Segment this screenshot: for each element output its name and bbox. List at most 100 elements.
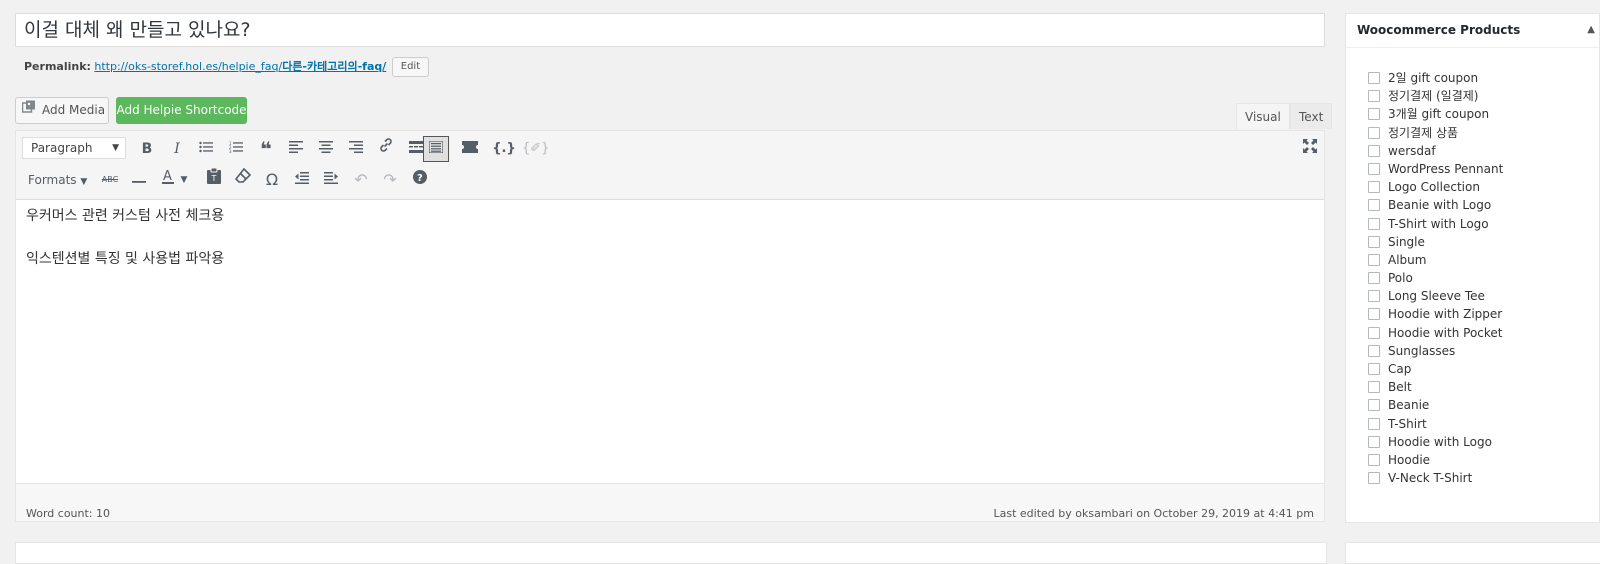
strikethrough-icon[interactable]: ABC xyxy=(98,168,122,192)
edit-permalink-button[interactable]: Edit xyxy=(391,57,430,77)
permalink-link[interactable]: http://oks-storef.hol.es/helpie_faq/다른-카… xyxy=(94,60,386,73)
product-checkbox[interactable] xyxy=(1368,72,1380,84)
product-item[interactable]: Long Sleeve Tee xyxy=(1368,287,1503,305)
product-item[interactable]: 3개월 gift coupon xyxy=(1368,105,1503,123)
product-checkbox[interactable] xyxy=(1368,253,1380,266)
product-checkbox[interactable] xyxy=(1368,108,1380,121)
product-label: Beanie xyxy=(1388,398,1430,413)
blockquote-icon[interactable]: ❝ xyxy=(254,137,278,161)
product-item[interactable]: Belt xyxy=(1368,378,1503,396)
product-label: T-Shirt with Logo xyxy=(1388,216,1489,231)
bold-icon[interactable]: B xyxy=(135,137,159,161)
media-icon xyxy=(21,98,38,123)
collapse-arrow-icon[interactable]: ▲ xyxy=(1587,24,1595,35)
undo-icon[interactable]: ↶ xyxy=(349,168,373,192)
product-item[interactable]: Album xyxy=(1368,251,1503,269)
product-checkbox[interactable] xyxy=(1368,126,1380,139)
paragraph-format-select[interactable]: Paragraph ▼ xyxy=(22,137,126,159)
product-item[interactable]: Polo xyxy=(1368,269,1503,287)
product-checkbox[interactable] xyxy=(1368,417,1380,430)
product-checkbox[interactable] xyxy=(1368,308,1380,321)
tab-visual[interactable]: Visual xyxy=(1236,103,1290,129)
product-item[interactable]: Beanie with Logo xyxy=(1368,196,1503,214)
post-title-input[interactable]: 이걸 대체 왜 만들고 있나요? xyxy=(15,13,1325,47)
product-item[interactable]: Beanie xyxy=(1368,396,1503,414)
product-item[interactable]: 정기결제 (일결제) xyxy=(1368,87,1503,105)
product-checkbox[interactable] xyxy=(1368,144,1380,157)
align-center-icon[interactable] xyxy=(314,137,338,161)
product-item[interactable]: 2일 gift coupon xyxy=(1368,69,1503,87)
product-item[interactable]: Logo Collection xyxy=(1368,178,1503,196)
align-left-icon[interactable] xyxy=(284,137,308,161)
product-checkbox[interactable] xyxy=(1368,290,1380,303)
clear-format-icon[interactable]: {✐} xyxy=(522,137,549,161)
last-edited-info: Last edited by oksambari on October 29, … xyxy=(993,507,1315,520)
next-side-metabox xyxy=(1345,542,1600,564)
bulleted-list-icon[interactable] xyxy=(194,137,218,161)
editor-toolbar: Paragraph ▼ B I 123 ❝ {.} {✐} Formats ▼ … xyxy=(16,131,1324,200)
product-item[interactable]: Hoodie with Zipper xyxy=(1368,305,1503,323)
product-item[interactable]: T-Shirt with Logo xyxy=(1368,215,1503,233)
product-checkbox[interactable] xyxy=(1368,199,1380,212)
product-item[interactable]: Sunglasses xyxy=(1368,342,1503,360)
product-label: Hoodie with Pocket xyxy=(1388,325,1503,340)
product-checkbox[interactable] xyxy=(1368,181,1380,194)
product-item[interactable]: Single xyxy=(1368,233,1503,251)
toolbar-toggle-icon[interactable] xyxy=(423,136,449,162)
special-character-icon[interactable]: Ω xyxy=(260,168,284,192)
fullscreen-icon[interactable] xyxy=(1298,137,1322,161)
product-item[interactable]: 정기결제 상품 xyxy=(1368,124,1503,142)
add-helpie-shortcode-button[interactable]: Add Helpie Shortcode xyxy=(116,97,247,124)
woocommerce-products-metabox: Woocommerce Products ▲ 2일 gift coupon 정기결… xyxy=(1345,13,1600,523)
product-checkbox[interactable] xyxy=(1368,453,1380,466)
product-checkbox[interactable] xyxy=(1368,217,1380,230)
product-item[interactable]: Cap xyxy=(1368,360,1503,378)
product-label: Polo xyxy=(1388,271,1413,286)
product-label: V-Neck T-Shirt xyxy=(1388,471,1473,486)
link-icon[interactable] xyxy=(374,137,398,161)
product-checkbox[interactable] xyxy=(1368,435,1380,448)
add-media-button[interactable]: Add Media xyxy=(15,97,109,124)
product-label: Cap xyxy=(1388,362,1412,376)
product-checkbox[interactable] xyxy=(1368,326,1380,339)
permalink-row: Permalink: http://oks-storef.hol.es/help… xyxy=(24,56,430,78)
product-item[interactable]: Hoodie with Pocket xyxy=(1368,324,1503,342)
editor-content[interactable]: 우커머스 관련 커스텀 사전 체크용 익스텐션별 특징 및 사용법 파악용 xyxy=(26,207,224,293)
product-checkbox[interactable] xyxy=(1368,235,1380,248)
product-item[interactable]: WordPress Pennant xyxy=(1368,160,1503,178)
numbered-list-icon[interactable]: 123 xyxy=(224,137,248,161)
product-item[interactable]: Hoodie xyxy=(1368,451,1503,469)
eraser-icon[interactable] xyxy=(231,167,255,192)
product-checkbox[interactable] xyxy=(1368,399,1380,412)
product-checkbox[interactable] xyxy=(1368,344,1380,357)
horizontal-line-icon[interactable] xyxy=(127,168,151,192)
product-checkbox[interactable] xyxy=(1368,381,1380,394)
product-checkbox[interactable] xyxy=(1368,90,1380,103)
text-color-dropdown-icon[interactable]: ▼ xyxy=(177,168,191,192)
product-checkbox[interactable] xyxy=(1368,472,1380,485)
next-metabox xyxy=(15,542,1327,564)
product-checkbox[interactable] xyxy=(1368,363,1380,375)
align-right-icon[interactable] xyxy=(344,137,368,161)
product-item[interactable]: wersdaf xyxy=(1368,142,1503,160)
code-braces-icon[interactable]: {.} xyxy=(492,137,516,161)
tab-text[interactable]: Text xyxy=(1290,103,1333,129)
product-item[interactable]: T-Shirt xyxy=(1368,415,1503,433)
paste-text-icon[interactable]: T xyxy=(202,167,226,192)
help-icon[interactable]: ? xyxy=(408,168,432,192)
formats-dropdown[interactable]: Formats ▼ xyxy=(22,168,98,192)
product-checkbox[interactable] xyxy=(1368,272,1380,285)
outdent-icon[interactable] xyxy=(290,168,314,192)
redo-icon[interactable]: ↷ xyxy=(378,168,402,192)
product-label: Hoodie with Logo xyxy=(1388,434,1492,449)
product-item[interactable]: V-Neck T-Shirt xyxy=(1368,469,1503,487)
product-item[interactable]: Hoodie with Logo xyxy=(1368,433,1503,451)
product-label: 정기결제 상품 xyxy=(1388,125,1459,140)
svg-text:T: T xyxy=(211,174,217,183)
content-paragraph: 우커머스 관련 커스텀 사전 체크용 xyxy=(26,208,225,224)
shortcode-icon[interactable] xyxy=(458,137,482,161)
product-list: 2일 gift coupon 정기결제 (일결제) 3개월 gift coupon 정… xyxy=(1368,69,1503,487)
indent-icon[interactable] xyxy=(319,168,343,192)
italic-icon[interactable]: I xyxy=(165,137,189,161)
product-checkbox[interactable] xyxy=(1368,162,1380,175)
